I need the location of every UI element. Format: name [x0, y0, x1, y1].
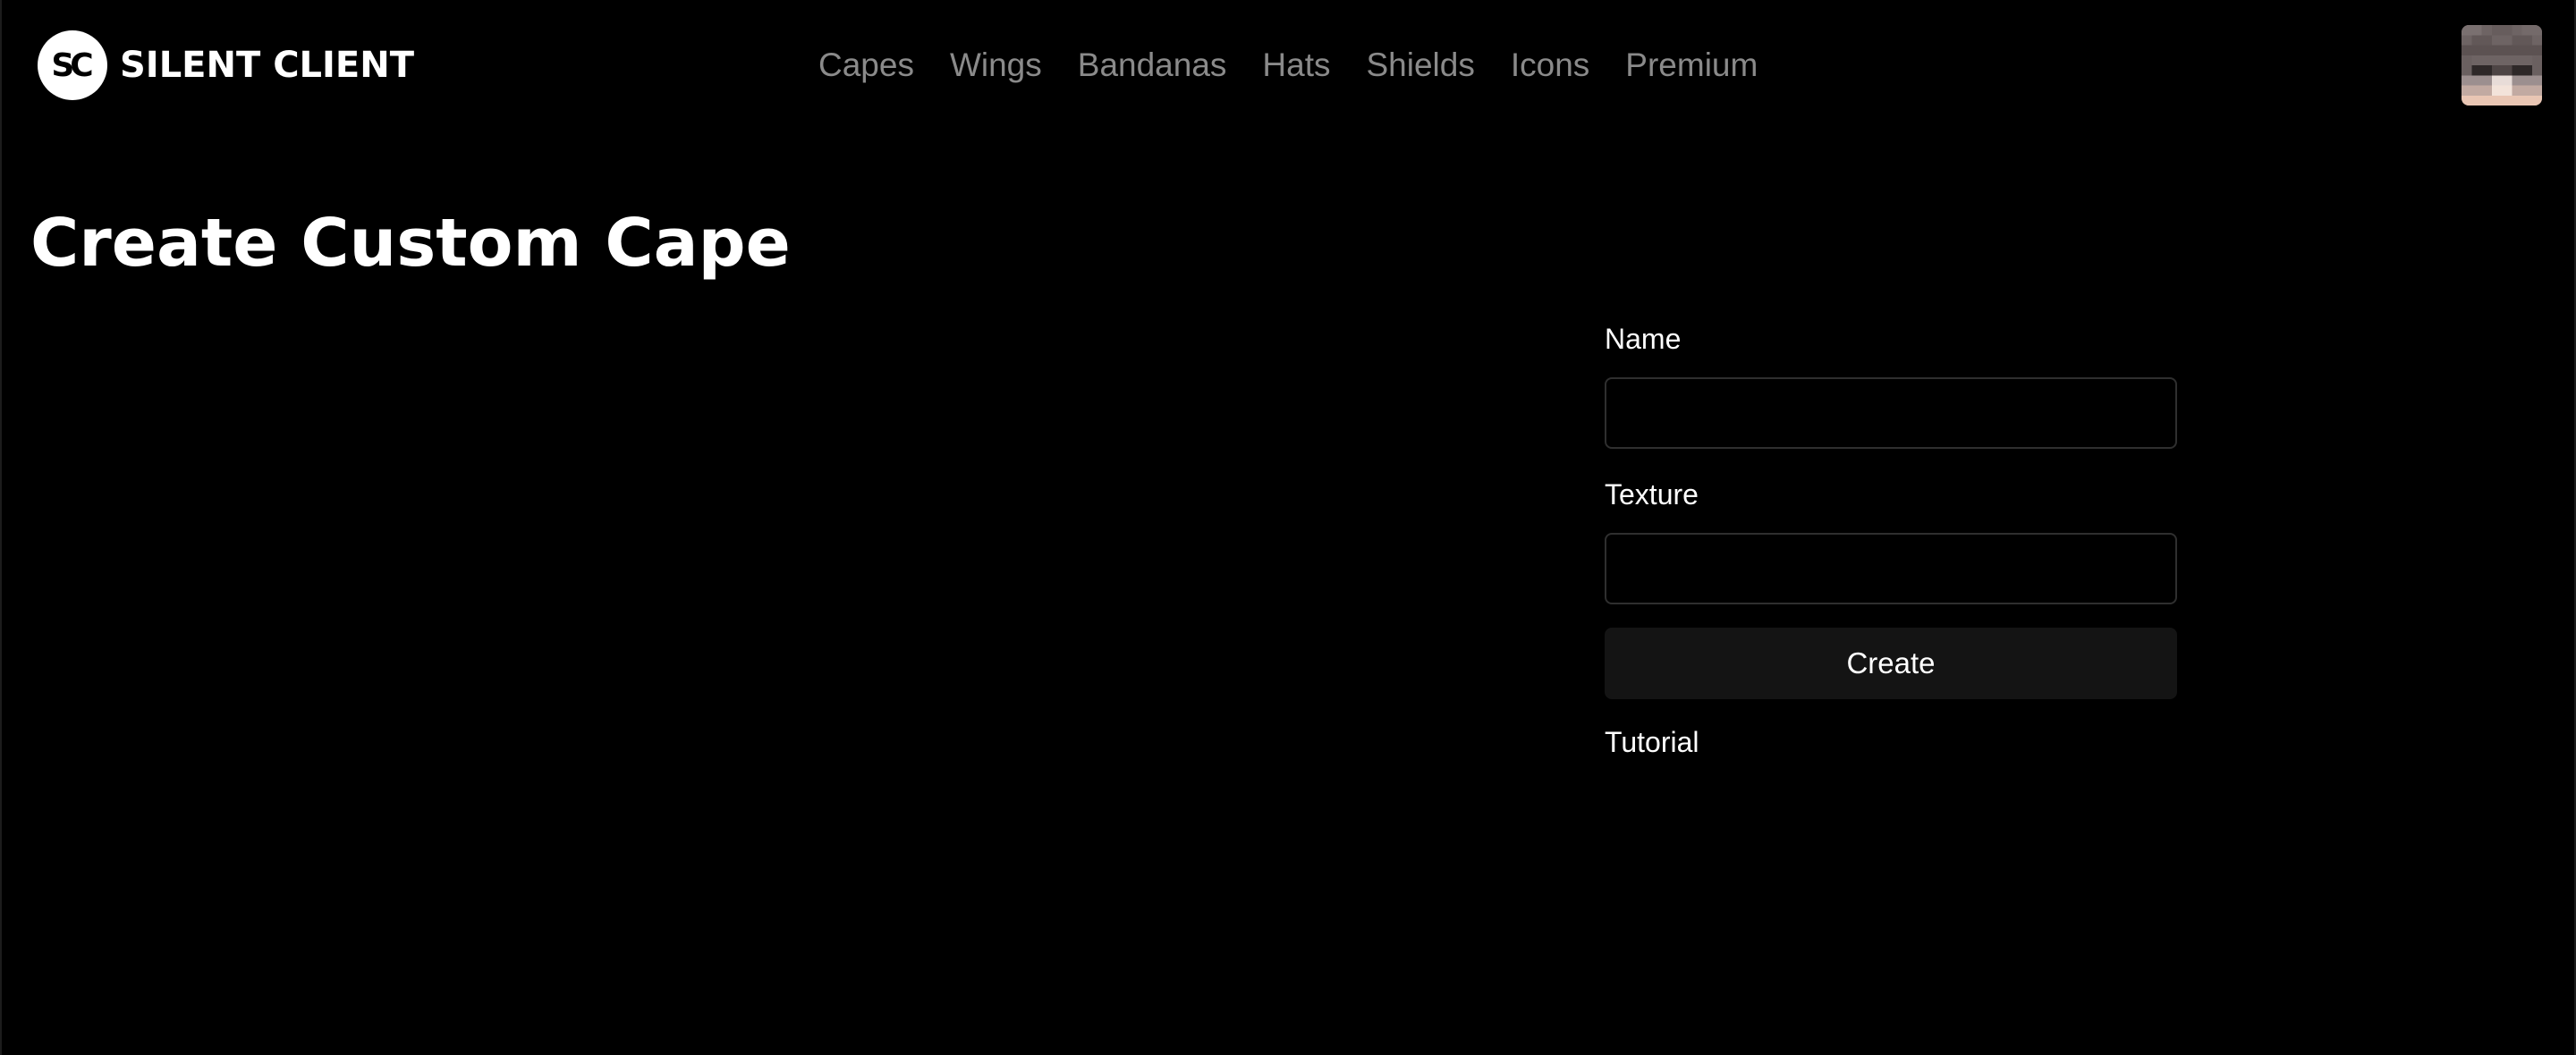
nav-link-bandanas[interactable]: Bandanas [1078, 46, 1227, 84]
nav-link-capes[interactable]: Capes [818, 46, 914, 84]
create-button[interactable]: Create [1605, 628, 2177, 699]
texture-input[interactable] [1605, 533, 2177, 604]
brand-home-link[interactable]: SC SILENT CLIENT [38, 30, 414, 100]
create-cape-form: Name Texture Create Tutorial [1605, 316, 2177, 760]
nav-link-hats[interactable]: Hats [1262, 46, 1330, 84]
minecraft-skin-head-icon [2462, 25, 2542, 106]
nav-link-shields[interactable]: Shields [1367, 46, 1475, 84]
page-title: Create Custom Cape [30, 205, 791, 282]
brand-name: SILENT CLIENT [120, 45, 415, 86]
tutorial-link[interactable]: Tutorial [1605, 724, 2177, 760]
name-input[interactable] [1605, 377, 2177, 449]
nav-link-icons[interactable]: Icons [1511, 46, 1589, 84]
nav-link-wings[interactable]: Wings [950, 46, 1042, 84]
main-nav: Capes Wings Bandanas Hats Shields Icons … [818, 43, 1758, 88]
top-navbar: SC SILENT CLIENT Capes Wings Bandanas Ha… [2, 0, 2574, 131]
brand-logo-text: SC [51, 46, 93, 84]
user-avatar[interactable] [2462, 25, 2542, 106]
brand-logo-icon: SC [38, 30, 107, 100]
nav-link-premium[interactable]: Premium [1625, 46, 1758, 84]
texture-field-label: Texture [1605, 478, 1699, 511]
name-field-label: Name [1605, 323, 1682, 355]
